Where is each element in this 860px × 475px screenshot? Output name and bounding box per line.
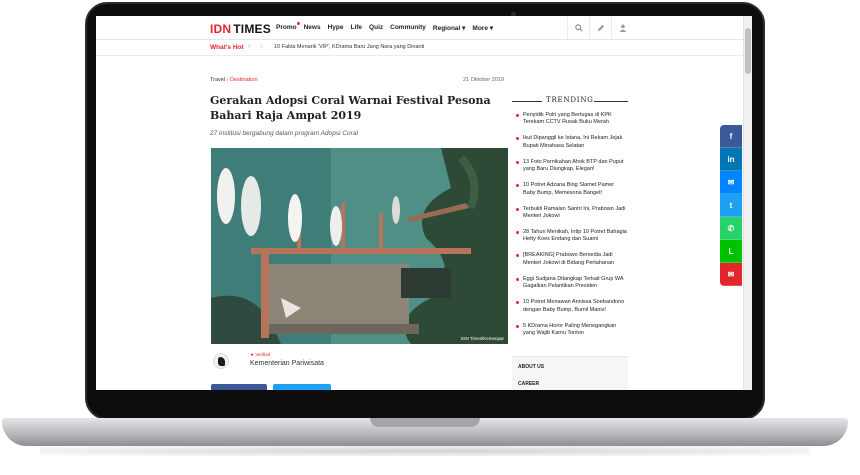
logo-times: TIMES: [233, 22, 271, 36]
article-subtitle: 27 institusi bergabung dalam program Ado…: [210, 130, 358, 137]
hot-arrows[interactable]: ‹ ›: [248, 43, 267, 50]
chevron-down-icon: ▾: [489, 25, 494, 32]
author-avatar[interactable]: [213, 353, 229, 369]
share-facebook-button[interactable]: [211, 384, 267, 390]
nav-item-promo[interactable]: Promo: [276, 22, 300, 32]
trending-item[interactable]: Ikut Dipanggil ke Istana, Ini Rekam Jeja…: [514, 135, 628, 158]
twitter-glyph: t: [729, 200, 733, 210]
site-logo[interactable]: IDN TIMES: [210, 22, 271, 36]
sidebar-links-box: ABOUT US CAREER: [512, 356, 628, 390]
hot-headline-link[interactable]: 10 Fakta Menarik 'VIP', KDrama Baru Jang…: [274, 44, 424, 50]
user-icon[interactable]: [611, 16, 633, 40]
about-us-link[interactable]: ABOUT US: [518, 364, 544, 370]
photo-credit: IDN Times/Kemenpar: [460, 336, 504, 341]
trending-item[interactable]: Penyidik Polri yang Bertugas di KPK Tere…: [514, 112, 628, 135]
facebook-glyph: f: [729, 131, 733, 141]
trending-item[interactable]: 10 Potret Adzana Bing Slamet Pamer Baby …: [514, 182, 628, 205]
share-rail: f in ✉ t ✆ L ✉: [720, 125, 742, 286]
trending-item[interactable]: 10 Potret Menawan Annissa Soebandono den…: [514, 299, 628, 322]
nav-item-quiz[interactable]: Quiz: [369, 24, 383, 32]
trending-item[interactable]: 28 Tahun Menikah, Intip 10 Potret Bahagi…: [514, 229, 628, 252]
messenger-icon[interactable]: ✉: [720, 171, 742, 194]
nav-item-label: Regional: [432, 25, 461, 32]
article-title: Gerakan Adopsi Coral Warnai Festival Pes…: [210, 94, 491, 122]
facebook-icon[interactable]: f: [720, 125, 742, 148]
trending-item[interactable]: 5 KDrama Horor Paling Menegangkan yang W…: [514, 323, 628, 346]
trending-item[interactable]: Eggi Sudjana Ditangkap Terkait Grup WA G…: [514, 276, 628, 299]
scrollbar-thumb[interactable]: [745, 28, 751, 74]
breadcrumb-subcategory[interactable]: Destination: [230, 77, 258, 83]
linkedin-glyph: in: [727, 154, 735, 164]
email-icon[interactable]: ✉: [720, 263, 742, 286]
nav-item-hype[interactable]: Hype: [328, 24, 344, 32]
article-photo: IDN Times/Kemenpar: [211, 148, 508, 344]
aerial-jetty-image: [211, 148, 508, 344]
top-navigation: IDN TIMES Promo News Hype Life Quiz Commu…: [96, 16, 743, 40]
breadcrumb: Travel › Destination: [210, 77, 258, 83]
messenger-glyph: ✉: [727, 177, 735, 187]
nav-item-more[interactable]: More ▾: [472, 24, 493, 32]
nav-item-life[interactable]: Life: [350, 24, 362, 32]
nav-menu: Promo News Hype Life Quiz Community Regi…: [276, 22, 493, 32]
twitter-icon[interactable]: t: [720, 194, 742, 217]
scrollbar[interactable]: [743, 16, 752, 390]
laptop-shadow: [40, 446, 810, 456]
whatsapp-icon[interactable]: ✆: [720, 217, 742, 240]
promo-dot-icon: [296, 22, 300, 25]
breadcrumb-separator: ›: [226, 77, 229, 83]
trending-item[interactable]: Terbukti Ramalan Santri Ini, Prabowo Jad…: [514, 206, 628, 229]
nav-item-label: Promo: [276, 24, 297, 31]
laptop-mockup: IDN TIMES Promo News Hype Life Quiz Commu…: [0, 0, 860, 475]
career-link[interactable]: CAREER: [518, 381, 539, 387]
trending-list: Penyidik Polri yang Bertugas di KPK Tere…: [514, 112, 628, 346]
linkedin-icon[interactable]: in: [720, 148, 742, 171]
trending-label: TRENDING: [546, 96, 594, 104]
nav-item-regional[interactable]: Regional ▾: [433, 24, 466, 32]
logo-idn: IDN: [210, 22, 232, 36]
laptop-notch: [370, 418, 480, 427]
verified-badge: ★ Verified: [250, 352, 271, 357]
browser-screen: IDN TIMES Promo News Hype Life Quiz Commu…: [96, 16, 752, 390]
line-glyph: L: [728, 246, 734, 256]
whatsapp-glyph: ✆: [727, 223, 735, 233]
nav-item-news[interactable]: News: [304, 24, 321, 32]
edit-icon[interactable]: [589, 16, 611, 40]
verified-label: Verified: [255, 352, 271, 357]
article-date: 21 Oktober 2019: [463, 77, 504, 83]
email-glyph: ✉: [727, 269, 735, 279]
breadcrumb-category[interactable]: Travel: [210, 77, 225, 83]
trending-heading: TRENDING: [512, 96, 628, 106]
chevron-down-icon: ▾: [462, 25, 466, 32]
trending-rule-left: [512, 101, 542, 102]
author-name[interactable]: Kementerian Pariwisata: [250, 360, 324, 367]
whats-hot-label: What's Hot: [210, 44, 244, 51]
nav-item-community[interactable]: Community: [390, 24, 426, 32]
trending-item[interactable]: 13 Foto Pernikahan Ahok BTP dan Puput ya…: [514, 159, 628, 182]
share-twitter-button[interactable]: [273, 384, 331, 390]
search-icon[interactable]: [567, 16, 589, 40]
line-icon[interactable]: L: [720, 240, 742, 263]
trending-rule-right: [594, 101, 628, 102]
whats-hot-bar: What's Hot ‹ › 10 Fakta Menarik 'VIP', K…: [96, 40, 743, 56]
nav-icons: [567, 16, 633, 40]
nav-item-label: More: [472, 25, 488, 32]
trending-item[interactable]: [BREAKING] Prabowo Bersedia Jadi Menteri…: [514, 252, 628, 275]
